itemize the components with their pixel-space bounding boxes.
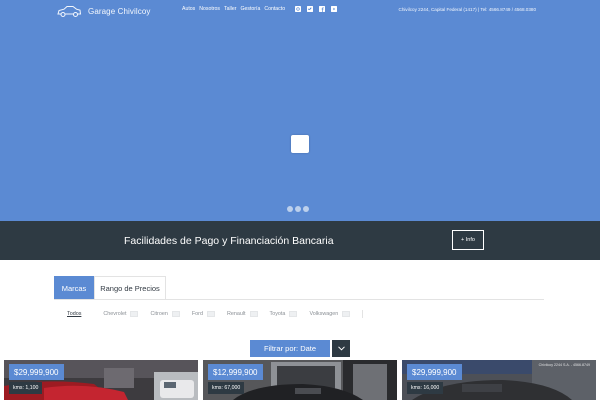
slider-dot-1[interactable] (287, 206, 293, 212)
car-card[interactable]: $29,999,900 kms: 1,100 (4, 360, 198, 400)
car-kms: kms: 67,000 (208, 382, 245, 394)
brand-label: Todos (67, 311, 82, 317)
brand-item-renault[interactable]: Renault (227, 311, 264, 317)
nav-autos[interactable]: Autos (182, 6, 195, 12)
nav-gestoria[interactable]: Gestoría (240, 6, 260, 12)
more-info-button[interactable]: + Info (452, 230, 484, 250)
filter-tabs: Marcas Rango de Precios (54, 276, 166, 300)
top-header: Garage Chivilcoy Autos Nosotros Taller G… (0, 0, 600, 22)
nav-nosotros[interactable]: Nosotros (199, 6, 220, 12)
financing-banner: Facilidades de Pago y Financiación Banca… (0, 221, 600, 260)
brand-divider (362, 310, 364, 318)
brand-name: Garage Chivilcoy (88, 6, 151, 16)
instagram-icon[interactable] (295, 6, 302, 12)
brand-label: Toyota (269, 311, 286, 317)
car-logo-icon (57, 6, 82, 17)
car-kms: kms: 1,100 (9, 382, 43, 394)
tab-rango-de-precios[interactable]: Rango de Precios (94, 276, 166, 300)
slider-dot-3[interactable] (303, 206, 309, 212)
brand-count-badge (289, 311, 298, 317)
twitter-icon[interactable] (307, 6, 314, 12)
hero-slider (0, 22, 600, 221)
car-card[interactable]: $29,999,900 kms: 16,000 Chivilcoy 2244 S… (402, 360, 596, 400)
brand-label: Citroen (150, 311, 168, 317)
car-price: $12,999,900 (208, 364, 263, 380)
brand[interactable]: Garage Chivilcoy (56, 3, 151, 19)
brand-count-badge (342, 311, 351, 317)
car-kms: kms: 16,000 (407, 382, 444, 394)
brand-count-badge (249, 311, 258, 317)
car-price: $29,999,900 (9, 364, 64, 380)
brand-label: Chevrolet (103, 311, 127, 317)
contact-info: Chivilcoy 2244, Capital Federal (1417) |… (398, 7, 536, 12)
tab-divider (54, 299, 544, 300)
sort-dropdown-toggle[interactable] (332, 340, 350, 357)
brand-count-badge (130, 311, 139, 317)
tab-marcas[interactable]: Marcas (54, 276, 94, 300)
brand-label: Renault (226, 311, 246, 317)
brand-item-chevrolet[interactable]: Chevrolet (103, 311, 144, 317)
main-nav: Autos Nosotros Taller Gestoría Contacto (182, 6, 338, 12)
slide-play-button[interactable] (291, 135, 309, 153)
brand-count-badge (206, 311, 215, 317)
sort-filter-button[interactable]: Filtrar por: Date (250, 340, 330, 357)
youtube-icon[interactable] (331, 6, 338, 12)
dealer-sign: Chivilcoy 2244 S.A. - 4566.8749 (538, 363, 590, 367)
brand-count-badge (171, 311, 180, 317)
car-price: $29,999,900 (407, 364, 462, 380)
brand-label: Ford (191, 311, 203, 317)
nav-contacto[interactable]: Contacto (264, 6, 285, 12)
brand-item-ford[interactable]: Ford (192, 311, 221, 317)
brand-item-citroen[interactable]: Citroen (150, 311, 185, 317)
brand-filter-list: Todos Chevrolet Citroen Ford Renault Toy… (67, 309, 364, 319)
brand-label: Volkswagen (309, 311, 339, 317)
page: Garage Chivilcoy Autos Nosotros Taller G… (0, 0, 600, 400)
facebook-icon[interactable] (319, 6, 326, 12)
slider-dots (287, 206, 311, 212)
brand-item-toyota[interactable]: Toyota (270, 311, 304, 317)
brand-item-todos[interactable]: Todos (67, 311, 97, 317)
chevron-down-icon (337, 346, 345, 351)
banner-text: Facilidades de Pago y Financiación Banca… (124, 235, 334, 247)
car-card[interactable]: $12,999,900 kms: 67,000 (203, 360, 397, 400)
nav-taller[interactable]: Taller (224, 6, 236, 12)
slider-dot-2[interactable] (295, 206, 301, 212)
brand-item-volkswagen[interactable]: Volkswagen (309, 311, 356, 317)
